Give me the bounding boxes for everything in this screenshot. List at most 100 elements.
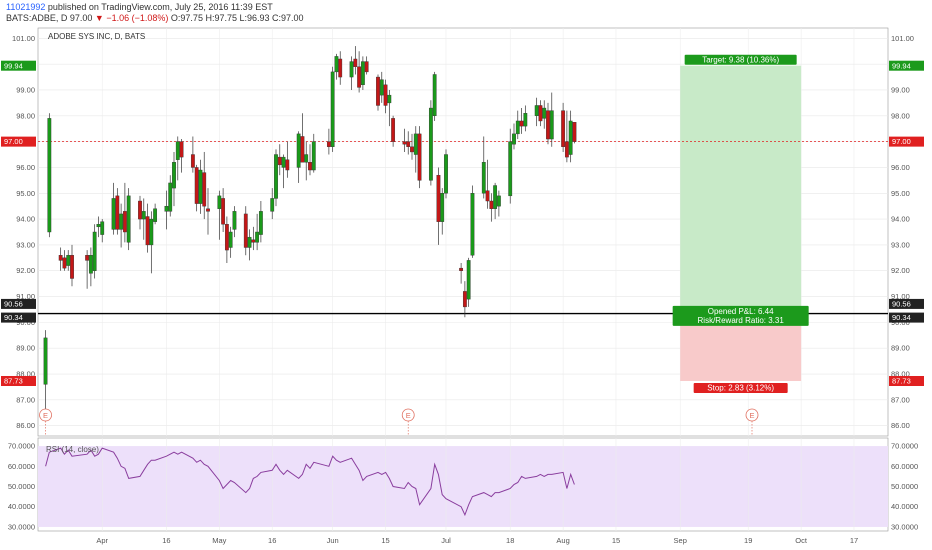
candle-up[interactable] (432, 74, 437, 116)
candle-down[interactable] (179, 141, 184, 158)
candle-down[interactable] (190, 154, 195, 168)
candle-down[interactable] (285, 159, 290, 171)
candle-down[interactable] (251, 239, 256, 243)
candle-up[interactable] (296, 133, 301, 168)
candle-down[interactable] (402, 141, 407, 145)
candle-up[interactable] (88, 255, 93, 274)
candle-down[interactable] (194, 167, 199, 204)
target-label[interactable]: Target: 9.38 (10.36%) (684, 54, 797, 65)
candle-up[interactable] (228, 231, 233, 248)
candle-up[interactable] (43, 337, 48, 385)
candle-up[interactable] (111, 198, 116, 230)
candle-down[interactable] (572, 122, 577, 142)
candle-up[interactable] (198, 169, 203, 204)
candle-up[interactable] (47, 118, 52, 233)
candle-up[interactable] (164, 205, 169, 212)
candle-up[interactable] (349, 61, 354, 78)
candle-up[interactable] (496, 195, 501, 207)
candle-up[interactable] (126, 195, 131, 243)
candle-down[interactable] (417, 133, 422, 181)
candle-up[interactable] (493, 185, 498, 209)
candle-up[interactable] (542, 107, 547, 119)
candle-down[interactable] (308, 162, 312, 171)
candle-up[interactable] (512, 133, 516, 145)
candle-up[interactable] (66, 255, 71, 266)
candle-up[interactable] (481, 162, 486, 194)
candle-up[interactable] (523, 113, 528, 127)
candle-up[interactable] (92, 231, 97, 271)
candle-down[interactable] (391, 118, 396, 142)
candle-up[interactable] (413, 133, 418, 155)
candle-up[interactable] (149, 218, 154, 246)
candle-down[interactable] (564, 141, 569, 158)
candle-up[interactable] (175, 141, 180, 160)
candle-up[interactable] (232, 211, 237, 230)
candle-up[interactable] (247, 236, 252, 248)
candle-up[interactable] (330, 71, 335, 147)
pnl-label[interactable]: Opened P&L: 6.44Risk/Reward Ratio: 3.31 (672, 305, 809, 326)
candle-down[interactable] (115, 195, 120, 230)
candle-up[interactable] (549, 110, 554, 140)
candle-down[interactable] (277, 156, 282, 166)
candle-up[interactable] (568, 120, 573, 155)
candle-down[interactable] (519, 120, 524, 127)
candle-up[interactable] (141, 211, 146, 220)
candle-up[interactable] (428, 107, 433, 181)
candle-up[interactable] (334, 56, 339, 73)
candle-up[interactable] (379, 79, 384, 96)
candle-down[interactable] (326, 141, 331, 147)
candle-down[interactable] (62, 257, 67, 269)
candle-down[interactable] (546, 110, 550, 140)
candle-down[interactable] (538, 105, 543, 122)
candle-down[interactable] (70, 255, 74, 279)
candle-down[interactable] (243, 213, 248, 248)
candle-up[interactable] (387, 94, 392, 104)
candle-down[interactable] (376, 76, 380, 106)
candle-down[interactable] (338, 58, 343, 78)
candle-down[interactable] (383, 84, 388, 106)
candle-down[interactable] (224, 224, 229, 251)
candle-up[interactable] (119, 213, 124, 230)
candle-down[interactable] (58, 255, 63, 261)
candle-down[interactable] (202, 172, 207, 207)
candle-up[interactable] (470, 193, 475, 256)
candle-down[interactable] (364, 61, 369, 73)
candle-down[interactable] (462, 291, 467, 308)
candle-up[interactable] (440, 193, 445, 222)
candle-down[interactable] (145, 216, 150, 246)
candle-down[interactable] (406, 141, 411, 147)
chart-canvas[interactable]: 101.00101.00100.00100.0099.0099.0098.009… (0, 0, 932, 550)
candle-down[interactable] (436, 174, 441, 222)
candle-down[interactable] (459, 267, 464, 271)
candle-down[interactable] (221, 198, 226, 225)
candle-down[interactable] (410, 146, 414, 153)
candle-up[interactable] (311, 141, 316, 171)
candle-up[interactable] (255, 231, 260, 243)
candle-down[interactable] (300, 136, 305, 163)
candle-down[interactable] (489, 200, 494, 209)
candle-up[interactable] (153, 208, 158, 222)
candle-up[interactable] (515, 120, 520, 135)
candle-up[interactable] (360, 61, 365, 86)
candle-up[interactable] (508, 141, 513, 197)
candle-up[interactable] (304, 154, 309, 163)
candle-up[interactable] (281, 156, 286, 168)
target-zone[interactable] (680, 65, 802, 308)
candle-up[interactable] (217, 195, 222, 209)
candle-up[interactable] (444, 154, 448, 194)
candle-down[interactable] (561, 110, 566, 147)
stop-label[interactable]: Stop: 2.83 (3.12%) (693, 382, 788, 393)
candle-up[interactable] (534, 105, 539, 116)
candle-down[interactable] (485, 190, 490, 202)
candle-up[interactable] (258, 211, 263, 235)
candle-up[interactable] (274, 154, 278, 199)
candle-up[interactable] (270, 198, 275, 212)
candle-up[interactable] (100, 221, 105, 235)
candle-down[interactable] (357, 66, 362, 88)
candle-down[interactable] (138, 200, 142, 220)
candle-down[interactable] (85, 255, 90, 261)
candle-down[interactable] (122, 211, 127, 233)
candle-down[interactable] (206, 208, 210, 212)
candle-up[interactable] (168, 182, 173, 212)
candle-up[interactable] (96, 224, 101, 228)
